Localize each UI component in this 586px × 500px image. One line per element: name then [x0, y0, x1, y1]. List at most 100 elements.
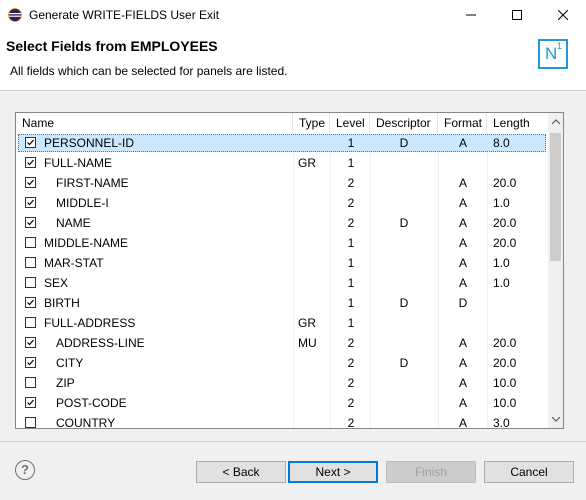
cell-level: 2 — [347, 216, 355, 230]
vertical-scrollbar[interactable] — [548, 113, 563, 428]
maximize-icon — [512, 10, 522, 20]
row-checkbox[interactable] — [25, 297, 36, 308]
row-checkbox[interactable] — [25, 217, 36, 228]
table-row[interactable]: FIRST-NAME 2 A 20.0 — [16, 173, 548, 193]
cell-name: PERSONNEL-ID — [44, 136, 135, 150]
cell-name: FIRST-NAME — [56, 176, 129, 190]
table-header: Name Type Level Descriptor Format Length — [16, 113, 548, 133]
cell-name: FULL-ADDRESS — [44, 316, 136, 330]
cell-descriptor — [399, 173, 409, 193]
table-row[interactable]: ADDRESS-LINE MU 2 A 20.0 — [16, 333, 548, 353]
table-row[interactable]: MIDDLE-I 2 A 1.0 — [16, 193, 548, 213]
table-row[interactable]: SEX 1 A 1.0 — [16, 273, 548, 293]
cell-level: 2 — [347, 196, 355, 210]
cell-name: POST-CODE — [56, 396, 127, 410]
checkbox-check-icon — [27, 159, 34, 166]
cell-format: A — [458, 196, 467, 210]
cancel-button[interactable]: Cancel — [484, 461, 574, 483]
cell-descriptor — [399, 233, 409, 253]
cell-length: 20.0 — [493, 356, 517, 370]
cell-format: A — [458, 176, 467, 190]
row-checkbox[interactable] — [25, 357, 36, 368]
cell-descriptor — [399, 193, 409, 213]
footer-divider — [0, 441, 586, 442]
minimize-button[interactable] — [448, 0, 494, 30]
table-row[interactable]: POST-CODE 2 A 10.0 — [16, 393, 548, 413]
column-header-descriptor[interactable]: Descriptor — [370, 113, 438, 133]
cell-length: 3.0 — [493, 416, 510, 429]
row-checkbox[interactable] — [25, 177, 36, 188]
cell-name: MAR-STAT — [44, 256, 104, 270]
checkbox-check-icon — [27, 399, 34, 406]
cell-level: 1 — [347, 156, 355, 170]
table-row[interactable]: BIRTH 1 D D — [16, 293, 548, 313]
table-row[interactable]: PERSONNEL-ID 1 D A 8.0 — [16, 133, 548, 153]
row-checkbox[interactable] — [25, 157, 36, 168]
page-title: Select Fields from EMPLOYEES — [6, 38, 218, 54]
title-bar: Generate WRITE-FIELDS User Exit — [0, 0, 586, 30]
fields-table[interactable]: Name Type Level Descriptor Format Length… — [15, 112, 564, 429]
cell-name: MIDDLE-NAME — [44, 236, 129, 250]
table-row[interactable]: COUNTRY 2 A 3.0 — [16, 413, 548, 429]
row-checkbox[interactable] — [25, 257, 36, 268]
finish-button[interactable]: Finish — [386, 461, 476, 483]
scroll-down-button[interactable] — [548, 411, 563, 428]
table-row[interactable]: MIDDLE-NAME 1 A 20.0 — [16, 233, 548, 253]
checkbox-check-icon — [27, 199, 34, 206]
table-row[interactable]: NAME 2 D A 20.0 — [16, 213, 548, 233]
column-header-type[interactable]: Type — [293, 113, 330, 133]
cell-level: 1 — [347, 136, 355, 150]
cell-descriptor — [399, 373, 409, 393]
cell-length: 8.0 — [493, 136, 510, 150]
maximize-button[interactable] — [494, 0, 540, 30]
row-checkbox[interactable] — [25, 397, 36, 408]
row-checkbox[interactable] — [25, 277, 36, 288]
cell-format: A — [458, 136, 467, 150]
row-checkbox[interactable] — [25, 377, 36, 388]
cell-name: SEX — [44, 276, 69, 290]
column-header-level[interactable]: Level — [330, 113, 370, 133]
cell-descriptor — [399, 333, 409, 353]
cell-length: 20.0 — [493, 336, 517, 350]
row-checkbox[interactable] — [25, 317, 36, 328]
table-row[interactable]: FULL-ADDRESS GR 1 — [16, 313, 548, 333]
header-divider — [0, 90, 586, 91]
cell-name: ZIP — [56, 376, 75, 390]
cell-descriptor: D — [399, 216, 409, 230]
back-button[interactable]: < Back — [196, 461, 286, 483]
cell-format — [458, 313, 468, 333]
column-header-length[interactable]: Length — [487, 113, 548, 133]
close-button[interactable] — [540, 0, 586, 30]
cell-length: 1.0 — [493, 276, 510, 290]
natural-logo-icon: N 1 — [538, 39, 568, 69]
cell-name: COUNTRY — [56, 416, 116, 429]
help-icon[interactable]: ? — [15, 460, 35, 480]
cell-format: A — [458, 276, 467, 290]
scrollbar-thumb[interactable] — [550, 133, 561, 261]
row-checkbox[interactable] — [25, 417, 36, 428]
row-checkbox[interactable] — [25, 137, 36, 148]
cell-name: ADDRESS-LINE — [56, 336, 145, 350]
page-description: All fields which can be selected for pan… — [10, 64, 288, 78]
table-row[interactable]: ZIP 2 A 10.0 — [16, 373, 548, 393]
next-button[interactable]: Next > — [288, 461, 378, 483]
table-row[interactable]: CITY 2 D A 20.0 — [16, 353, 548, 373]
cell-descriptor — [399, 313, 409, 333]
column-header-format[interactable]: Format — [438, 113, 487, 133]
cell-level: 2 — [347, 176, 355, 190]
cell-name: MIDDLE-I — [56, 196, 109, 210]
cell-level: 1 — [347, 276, 355, 290]
row-checkbox[interactable] — [25, 237, 36, 248]
logo-superscript: 1 — [557, 41, 563, 51]
table-row[interactable]: MAR-STAT 1 A 1.0 — [16, 253, 548, 273]
cell-name: NAME — [56, 216, 91, 230]
close-icon — [558, 10, 568, 20]
scroll-up-button[interactable] — [548, 113, 563, 130]
column-header-name[interactable]: Name — [16, 113, 293, 133]
row-checkbox[interactable] — [25, 197, 36, 208]
cell-length: 1.0 — [493, 196, 510, 210]
cell-format: A — [458, 336, 467, 350]
table-row[interactable]: FULL-NAME GR 1 — [16, 153, 548, 173]
row-checkbox[interactable] — [25, 337, 36, 348]
cell-length: 10.0 — [493, 396, 517, 410]
